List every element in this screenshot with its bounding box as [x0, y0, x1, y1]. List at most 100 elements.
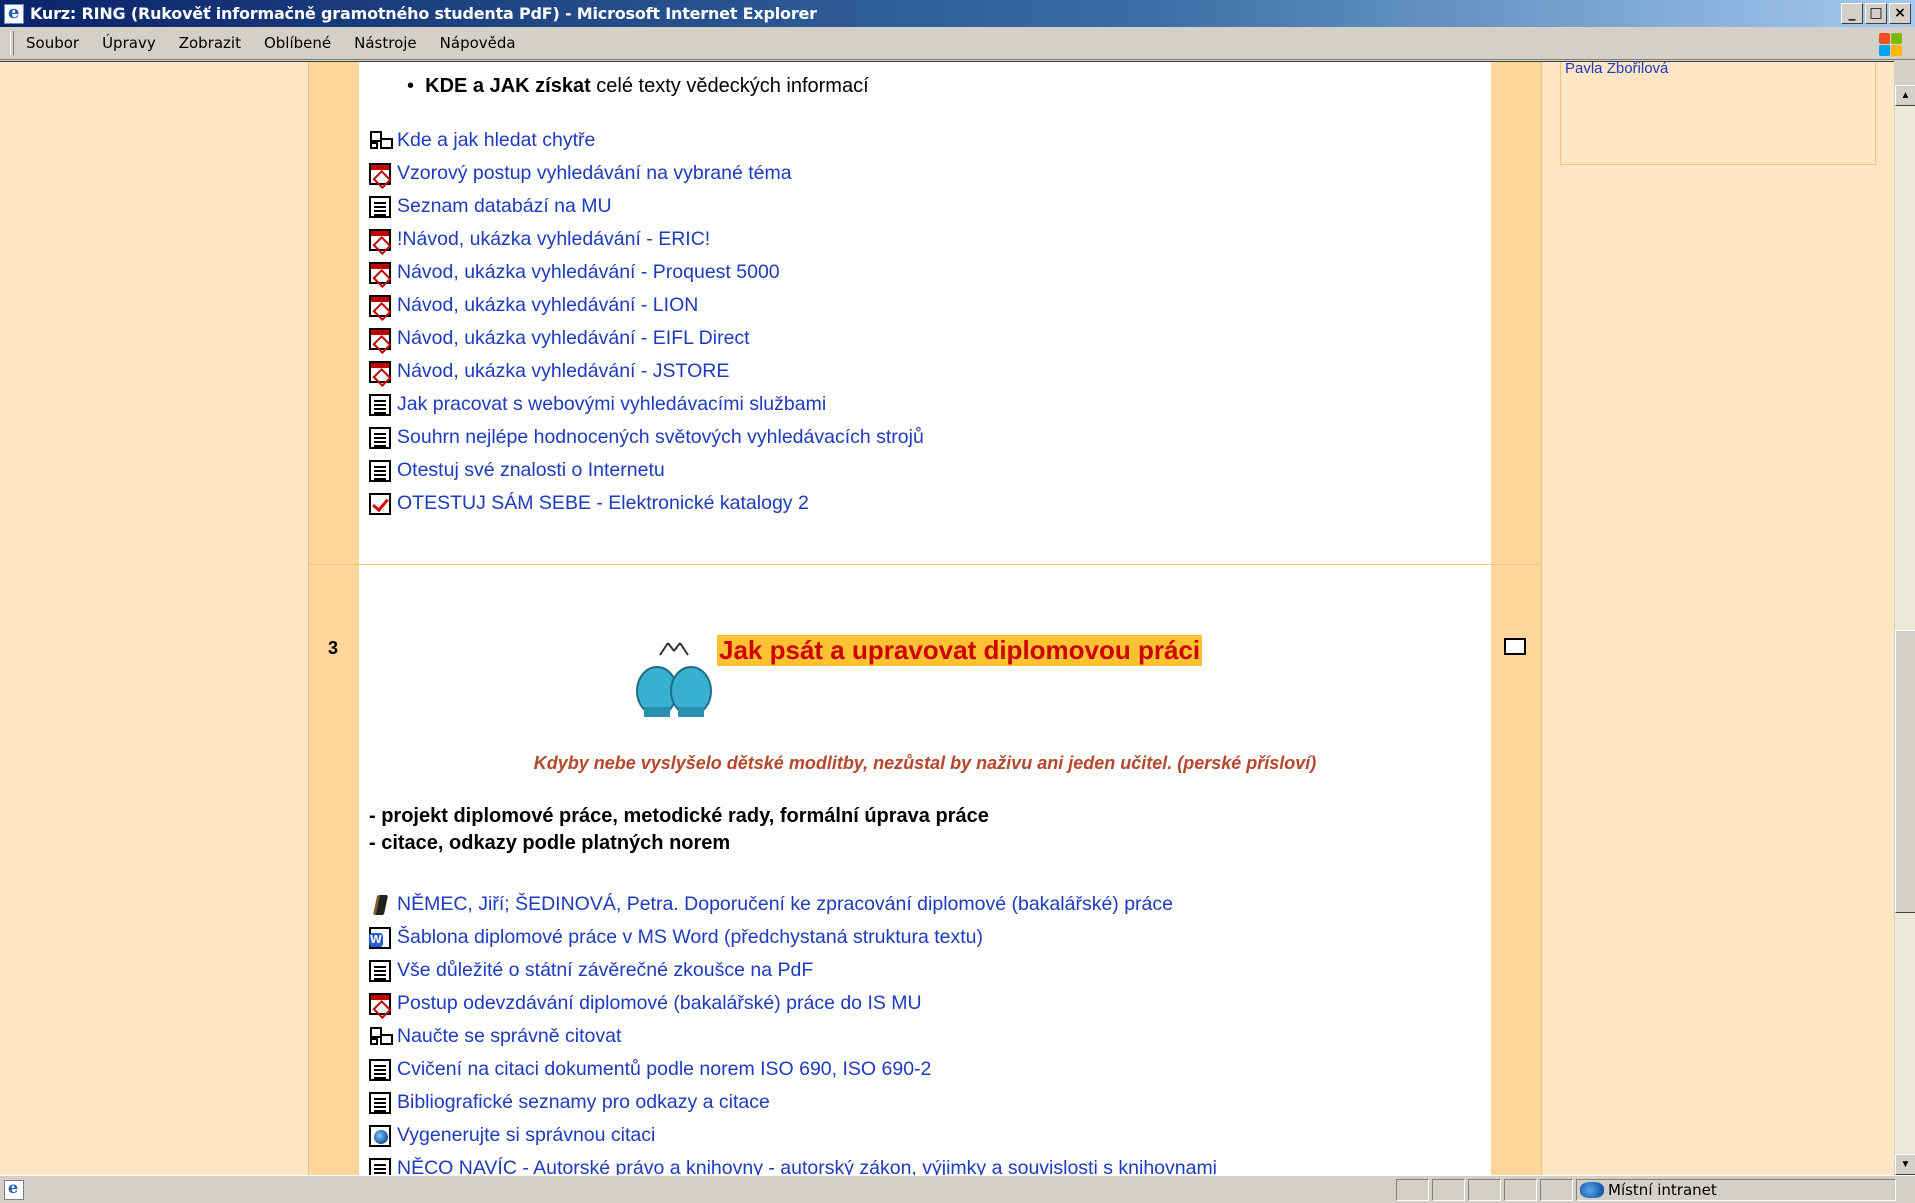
- document-icon: [369, 393, 391, 416]
- resource-link[interactable]: Otestuj své znalosti o Internetu: [369, 454, 924, 487]
- globe-icon: [369, 1124, 391, 1147]
- document-icon: [369, 426, 391, 449]
- menu-tools[interactable]: Nástroje: [354, 34, 417, 52]
- status-bar: Místní intranet: [0, 1175, 1915, 1203]
- resource-link[interactable]: Seznam databází na MU: [369, 190, 924, 223]
- resource-label: NĚMEC, Jiří; ŠEDINOVÁ, Petra. Doporučení…: [397, 893, 1173, 915]
- course-section-3: 3 Jak psát a upravovat diplomovou práci …: [308, 564, 1542, 1175]
- menu-view[interactable]: Zobrazit: [179, 34, 241, 52]
- section-number: 3: [328, 638, 339, 658]
- book-icon: [369, 894, 391, 916]
- resource-link[interactable]: Vygenerujte si správnou citaci: [369, 1119, 1217, 1152]
- intranet-icon: [1580, 1182, 1604, 1198]
- resource-label: Postup odevzdávání diplomové (bakalářské…: [397, 992, 922, 1014]
- menu-bar: Soubor Úpravy Zobrazit Oblíbené Nástroje…: [0, 27, 1915, 60]
- bullet-dot: •: [407, 75, 426, 97]
- word-icon: [369, 926, 391, 949]
- menu-favorites[interactable]: Oblíbené: [264, 34, 331, 52]
- resource-link[interactable]: !Návod, ukázka vyhledávání - ERIC!: [369, 223, 924, 256]
- resource-label: Návod, ukázka vyhledávání - JSTORE: [397, 360, 730, 382]
- resource-link[interactable]: Postup odevzdávání diplomové (bakalářské…: [369, 987, 1217, 1020]
- resource-label: Kde a jak hledat chytře: [397, 129, 596, 151]
- resource-label: Vzorový postup vyhledávání na vybrané té…: [397, 162, 792, 184]
- resource-label: Vše důležité o státní závěrečné zkoušce …: [397, 959, 814, 981]
- resource-label: NĚCO NAVÍC - Autorské právo a knihovny -…: [397, 1157, 1218, 1175]
- resource-label: Souhrn nejlépe hodnocených světových vyh…: [397, 426, 924, 448]
- resource-label: Otestuj své znalosti o Internetu: [397, 459, 665, 481]
- menu-edit[interactable]: Úpravy: [102, 34, 156, 52]
- document-icon: [369, 959, 391, 982]
- resource-label: Návod, ukázka vyhledávání - Proquest 500…: [397, 261, 780, 283]
- resource-link[interactable]: Návod, ukázka vyhledávání - Proquest 500…: [369, 256, 924, 289]
- quiz-icon: [369, 492, 391, 515]
- status-pane: [1396, 1179, 1429, 1201]
- bullet-bold-text: KDE a JAK získat: [425, 75, 591, 97]
- boxing-gloves-icon: [636, 642, 712, 717]
- resource-link[interactable]: Souhrn nejlépe hodnocených světových vyh…: [369, 421, 924, 454]
- window-controls: _ □ ×: [1841, 3, 1911, 24]
- document-icon: [369, 459, 391, 482]
- page-status-icon: [4, 1178, 24, 1200]
- ie-icon: [4, 2, 24, 24]
- resource-link[interactable]: Vzorový postup vyhledávání na vybrané té…: [369, 157, 924, 190]
- document-icon: [369, 1058, 391, 1081]
- window-title-bar[interactable]: Kurz: RING (Rukověť informačně gramotnéh…: [0, 0, 1915, 27]
- resource-label: Jak pracovat s webovými vyhledávacími sl…: [397, 393, 827, 415]
- resource-label: Bibliografické seznamy pro odkazy a cita…: [397, 1091, 770, 1113]
- topic-line-2: - citace, odkazy podle platných norem: [369, 832, 731, 854]
- resource-label: Naučte se správně citovat: [397, 1025, 622, 1047]
- menu-file[interactable]: Soubor: [26, 34, 79, 52]
- minimize-button[interactable]: _: [1841, 3, 1863, 24]
- resource-link[interactable]: Návod, ukázka vyhledávání - LION: [369, 289, 924, 322]
- close-button[interactable]: ×: [1889, 3, 1911, 24]
- resource-link[interactable]: Bibliografické seznamy pro odkazy a cita…: [369, 1086, 1217, 1119]
- section-content: Jak psát a upravovat diplomovou práci Kd…: [359, 565, 1491, 1175]
- pdf-icon: [369, 228, 391, 251]
- pdf-icon: [369, 294, 391, 317]
- resource-link[interactable]: Návod, ukázka vyhledávání - JSTORE: [369, 355, 924, 388]
- tree-icon: [369, 1026, 393, 1048]
- status-pane: [1468, 1179, 1501, 1201]
- tree-icon: [369, 130, 393, 152]
- resource-link[interactable]: Šablona diplomové práce v MS Word (předc…: [369, 921, 1217, 954]
- document-icon: [369, 1157, 391, 1175]
- pdf-icon: [369, 327, 391, 350]
- sidebar-partial-link[interactable]: Pavla Zbořilová: [1565, 62, 1668, 77]
- status-pane: [1432, 1179, 1465, 1201]
- topic-line-1: - projekt diplomové práce, metodické rad…: [369, 805, 989, 827]
- windows-logo-icon: [1877, 31, 1903, 57]
- resource-link[interactable]: Naučte se správně citovat: [369, 1020, 1217, 1053]
- course-section-previous: • KDE a JAK získat celé texty vědeckých …: [308, 62, 1542, 613]
- section-heading: Jak psát a upravovat diplomovou práci: [717, 635, 1203, 666]
- vertical-scrollbar[interactable]: ▲ ▼: [1894, 85, 1915, 1175]
- resource-link[interactable]: Kde a jak hledat chytře: [369, 124, 924, 157]
- resource-link[interactable]: Cvičení na citaci dokumentů podle norem …: [369, 1053, 1217, 1086]
- menu-help[interactable]: Nápověda: [440, 34, 516, 52]
- scroll-down-arrow[interactable]: ▼: [1895, 1154, 1915, 1175]
- bullet-text: celé texty vědeckých informací: [590, 75, 869, 97]
- resource-link[interactable]: NĚCO NAVÍC - Autorské právo a knihovny -…: [369, 1152, 1217, 1175]
- pdf-icon: [369, 261, 391, 284]
- document-icon: [369, 195, 391, 218]
- resource-link[interactable]: OTESTUJ SÁM SEBE - Elektronické katalogy…: [369, 487, 924, 520]
- resource-list: NĚMEC, Jiří; ŠEDINOVÁ, Petra. Doporučení…: [369, 888, 1217, 1175]
- maximize-button[interactable]: □: [1865, 3, 1887, 24]
- toolbar-grip[interactable]: [10, 31, 14, 55]
- resource-link[interactable]: Jak pracovat s webovými vyhledávacími sl…: [369, 388, 924, 421]
- resource-link[interactable]: NĚMEC, Jiří; ŠEDINOVÁ, Petra. Doporučení…: [369, 888, 1217, 921]
- window-title: Kurz: RING (Rukověť informačně gramotnéh…: [30, 4, 817, 23]
- page-viewport: Pavla Zbořilová • KDE a JAK získat celé …: [0, 61, 1894, 1175]
- pdf-icon: [369, 360, 391, 383]
- scroll-up-arrow[interactable]: ▲: [1895, 85, 1915, 106]
- resource-label: OTESTUJ SÁM SEBE - Elektronické katalogy…: [397, 492, 809, 514]
- resource-label: Cvičení na citaci dokumentů podle norem …: [397, 1058, 932, 1080]
- status-pane: [1504, 1179, 1537, 1201]
- resource-label: !Návod, ukázka vyhledávání - ERIC!: [397, 228, 711, 250]
- resource-label: Šablona diplomové práce v MS Word (předc…: [397, 926, 983, 948]
- section-highlight-toggle[interactable]: [1504, 638, 1526, 655]
- scroll-thumb[interactable]: [1895, 630, 1915, 913]
- section-content: • KDE a JAK získat celé texty vědeckých …: [359, 62, 1491, 613]
- resource-link[interactable]: Návod, ukázka vyhledávání - EIFL Direct: [369, 322, 924, 355]
- security-zone[interactable]: Místní intranet: [1576, 1179, 1896, 1201]
- resource-link[interactable]: Vše důležité o státní závěrečné zkoušce …: [369, 954, 1217, 987]
